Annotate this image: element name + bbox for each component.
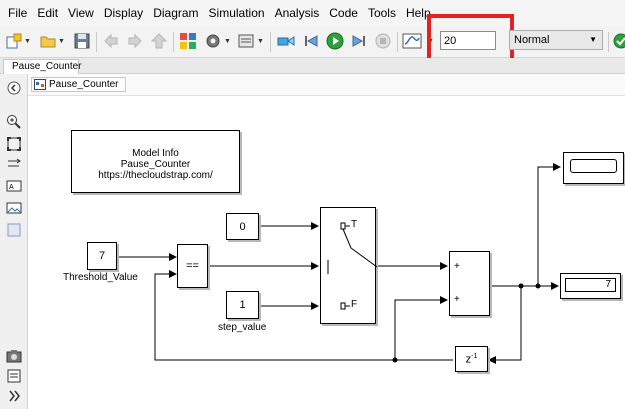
sum-input-1-sign: + xyxy=(454,261,460,272)
signal-delay-to-sum xyxy=(394,296,453,361)
toolbar-separator xyxy=(270,32,271,52)
branch-point xyxy=(392,357,398,363)
chevron-down-icon: ▼ xyxy=(589,35,597,44)
step-forward-icon[interactable] xyxy=(349,31,369,51)
display-block[interactable]: 7 xyxy=(560,273,621,299)
delay-exponent: -1 xyxy=(471,353,478,360)
run-icon[interactable] xyxy=(325,31,345,51)
display-value: 7 xyxy=(605,279,611,290)
new-model-icon[interactable] xyxy=(4,31,24,51)
step-back-icon[interactable] xyxy=(301,31,321,51)
delay-label: z-1 xyxy=(456,353,487,366)
model-info-name: Pause_Counter xyxy=(120,159,191,170)
switch-false-label: F xyxy=(351,299,358,310)
step-constant-block[interactable]: 1 xyxy=(226,291,259,319)
zero-constant-block[interactable]: 0 xyxy=(226,213,259,240)
step-value: 1 xyxy=(239,299,246,311)
simulation-mode-select[interactable]: Normal ▼ xyxy=(509,30,603,50)
svg-text:A: A xyxy=(9,184,14,191)
menu-file[interactable]: File xyxy=(3,0,32,26)
library-browser-icon[interactable] xyxy=(178,31,198,51)
left-palette: A xyxy=(0,74,28,409)
screenshot-icon[interactable] xyxy=(6,348,22,364)
switch-true-label: T xyxy=(351,219,358,230)
zoom-in-icon[interactable] xyxy=(6,114,22,130)
image-icon[interactable] xyxy=(6,200,22,216)
signal-to-delay xyxy=(488,286,522,364)
open-dropdown-icon[interactable]: ▼ xyxy=(58,38,65,45)
fit-to-view-icon[interactable] xyxy=(6,136,22,152)
menu-tools[interactable]: Tools xyxy=(363,0,401,26)
top-display-block[interactable] xyxy=(563,152,624,184)
new-model-dropdown-icon[interactable]: ▼ xyxy=(24,38,31,45)
branch-point xyxy=(535,283,541,289)
model-settings-icon[interactable] xyxy=(203,31,223,51)
breadcrumb: Pause_Counter xyxy=(28,74,625,96)
menu-display[interactable]: Display xyxy=(99,0,148,26)
model-icon xyxy=(34,79,46,90)
menu-edit[interactable]: Edit xyxy=(32,0,63,26)
tab-strip: Pause_Counter xyxy=(0,58,625,74)
menu-simulation[interactable]: Simulation xyxy=(204,0,270,26)
forward-icon[interactable] xyxy=(125,31,145,51)
model-info-title: Model Info xyxy=(132,148,179,159)
signal-to-top-display xyxy=(537,163,561,286)
check-icon[interactable] xyxy=(612,31,625,51)
simulation-mode-value: Normal xyxy=(514,34,550,46)
back-icon[interactable] xyxy=(101,31,121,51)
relational-operator-block[interactable]: == xyxy=(177,244,208,288)
annotation-icon[interactable]: A xyxy=(6,178,22,194)
toolbar-separator xyxy=(96,32,97,52)
toolbar-separator xyxy=(397,32,398,52)
zero-value: 0 xyxy=(239,221,246,233)
save-icon[interactable] xyxy=(72,31,92,51)
tab-pause-counter[interactable]: Pause_Counter xyxy=(3,59,82,74)
toolbar-separator xyxy=(608,32,609,52)
relop-symbol: == xyxy=(186,260,199,272)
explorer-dropdown-icon[interactable]: ▼ xyxy=(257,38,264,45)
breadcrumb-label: Pause_Counter xyxy=(49,79,119,90)
menu-view[interactable]: View xyxy=(63,0,99,26)
up-icon[interactable] xyxy=(149,31,169,51)
model-explorer-icon[interactable] xyxy=(236,31,256,51)
stop-icon[interactable] xyxy=(373,31,393,51)
sum-input-2-sign: + xyxy=(454,294,460,305)
branch-point xyxy=(518,283,524,289)
menu-diagram[interactable]: Diagram xyxy=(148,0,203,26)
switch-symbol xyxy=(327,222,377,310)
model-info-url: https://thecloudstrap.com/ xyxy=(98,170,213,181)
toolbar: ▼ ▼ ▼ ▼ ▼ N xyxy=(0,14,625,68)
area-icon[interactable] xyxy=(6,222,22,238)
model-info-block[interactable]: Model Info Pause_Counter https://theclou… xyxy=(71,130,240,193)
menu-bar: File Edit View Display Diagram Simulatio… xyxy=(0,0,625,26)
expand-palette-icon[interactable] xyxy=(6,388,22,404)
display-field xyxy=(570,159,617,173)
step-value-label: step_value xyxy=(218,322,267,333)
settings-dropdown-icon[interactable]: ▼ xyxy=(224,38,231,45)
open-icon[interactable] xyxy=(38,31,58,51)
model-data-icon[interactable] xyxy=(6,368,22,384)
menu-analysis[interactable]: Analysis xyxy=(270,0,325,26)
breadcrumb-item[interactable]: Pause_Counter xyxy=(31,77,126,92)
route-lines-icon[interactable] xyxy=(6,156,22,172)
hide-browser-icon[interactable] xyxy=(6,80,22,96)
model-canvas[interactable]: Model Info Pause_Counter https://theclou… xyxy=(28,96,625,409)
menu-code[interactable]: Code xyxy=(324,0,363,26)
scope-icon[interactable] xyxy=(402,31,422,51)
threshold-value: 7 xyxy=(98,250,106,262)
sum-block[interactable]: + + xyxy=(449,251,490,316)
data-inspector-icon[interactable] xyxy=(276,31,296,51)
toolbar-separator xyxy=(173,32,174,52)
switch-block[interactable]: T F xyxy=(320,207,377,324)
unit-delay-block[interactable]: z-1 xyxy=(455,346,488,372)
threshold-label: Threshold_Value xyxy=(63,272,138,283)
threshold-constant-block[interactable]: 7 xyxy=(87,242,117,270)
